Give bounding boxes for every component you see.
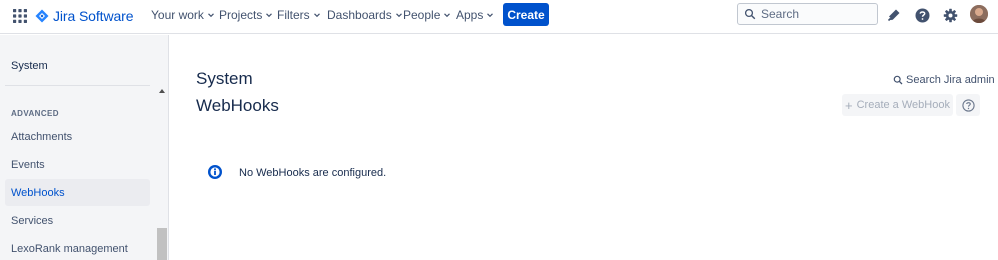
sidebar-heading-advanced: ADVANCED [11, 109, 59, 118]
search-input[interactable] [761, 7, 871, 21]
top-navigation: Jira Software Your work Projects Filters… [0, 0, 998, 34]
nav-filters[interactable]: Filters [277, 8, 321, 22]
create-webhook-button[interactable]: + Create a WebHook [842, 94, 953, 116]
notifications-button[interactable] [884, 5, 904, 25]
plus-icon: + [845, 97, 853, 113]
settings-icon [943, 8, 957, 22]
global-search[interactable] [737, 3, 878, 25]
jira-logo[interactable]: Jira Software [35, 7, 134, 25]
sidebar-divider [5, 85, 150, 86]
nav-apps-label: Apps [456, 8, 484, 22]
sidebar-item-lexorank-management[interactable]: LexoRank management [5, 235, 150, 260]
app-switcher-icon[interactable] [10, 6, 30, 26]
sidebar-item-webhooks[interactable]: WebHooks [5, 179, 150, 206]
chevron-down-icon [266, 13, 273, 18]
search-jira-admin-label: Search Jira admin [906, 74, 995, 86]
nav-dashboards-label: Dashboards [327, 8, 392, 22]
nav-projects[interactable]: Projects [219, 8, 273, 22]
page-title: WebHooks [196, 96, 279, 115]
scroll-up-arrow-icon[interactable] [158, 87, 166, 95]
empty-state-message: No WebHooks are configured. [239, 167, 387, 179]
create-button[interactable]: Create [503, 3, 549, 26]
chevron-down-icon [313, 13, 320, 18]
admin-sidebar: System ADVANCED Attachments Events WebHo… [0, 35, 169, 260]
chevron-down-icon [207, 13, 214, 18]
nav-projects-label: Projects [219, 8, 263, 22]
chevron-down-icon [487, 13, 494, 18]
nav-apps[interactable]: Apps [456, 8, 494, 22]
chevron-down-icon [395, 13, 402, 18]
nav-people-label: People [403, 8, 441, 22]
breadcrumb[interactable]: System [196, 69, 253, 89]
nav-filters-label: Filters [277, 8, 310, 22]
search-jira-admin-link[interactable]: Search Jira admin [893, 74, 995, 86]
info-icon [208, 165, 222, 179]
search-icon [893, 75, 903, 85]
avatar[interactable] [970, 5, 988, 23]
logo-text: Jira Software [53, 8, 134, 24]
sidebar-item-events[interactable]: Events [5, 151, 150, 178]
help-icon [915, 8, 929, 22]
nav-dashboards[interactable]: Dashboards [327, 8, 403, 22]
page-help-button[interactable] [956, 94, 980, 116]
sidebar-item-attachments[interactable]: Attachments [5, 123, 150, 150]
settings-button[interactable] [940, 5, 960, 25]
help-button[interactable] [912, 5, 932, 25]
sidebar-system-link[interactable]: System [11, 60, 48, 72]
nav-people[interactable]: People [403, 8, 451, 22]
sidebar-scrollbar-thumb[interactable] [157, 228, 167, 260]
help-circle-icon [961, 98, 975, 112]
notifications-icon [887, 9, 900, 22]
user-avatar-image [970, 5, 988, 23]
sidebar-item-services[interactable]: Services [5, 207, 150, 234]
nav-your-work-label: Your work [151, 8, 204, 22]
create-webhook-label: Create a WebHook [856, 99, 950, 111]
chevron-down-icon [444, 13, 451, 18]
nav-your-work[interactable]: Your work [151, 8, 215, 22]
search-icon [744, 8, 756, 20]
jira-logo-icon [35, 9, 49, 23]
